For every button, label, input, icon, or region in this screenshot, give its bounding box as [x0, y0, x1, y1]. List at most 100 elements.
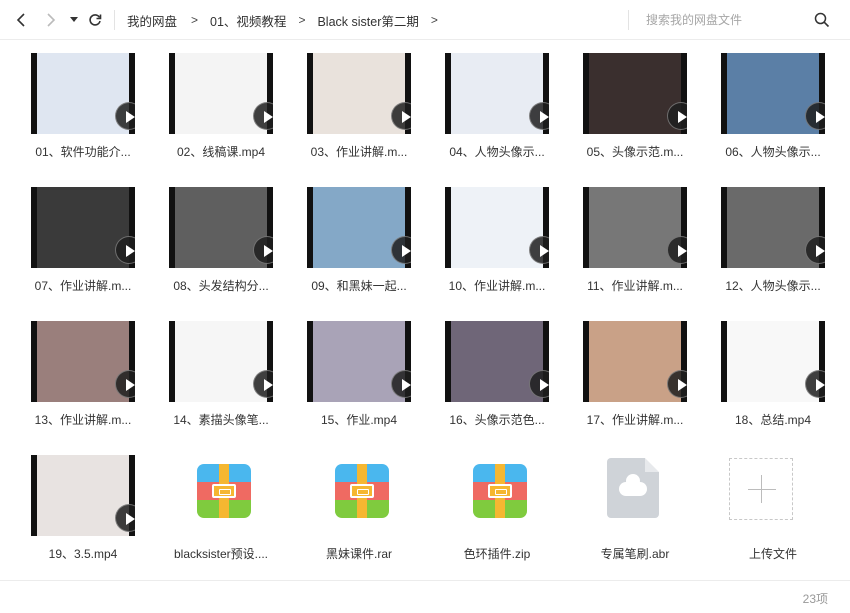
brush-file-item[interactable]: 专属笔刷.abr: [569, 442, 707, 562]
video-file-item[interactable]: 13、作业讲解.m...: [17, 308, 155, 428]
play-icon: [805, 370, 825, 398]
play-icon: [253, 236, 273, 264]
video-file-item[interactable]: 10、作业讲解.m...: [431, 174, 569, 294]
play-icon: [115, 102, 135, 130]
thumbnail-image: [175, 53, 267, 134]
video-thumbnail: [583, 53, 687, 134]
thumbnail-image: [313, 321, 405, 402]
play-icon: [253, 370, 273, 398]
search-icon[interactable]: [814, 12, 830, 28]
play-icon: [529, 102, 549, 130]
file-name-label: 黑妹课件.rar: [325, 547, 392, 561]
file-name-label: 色环插件.zip: [463, 547, 531, 561]
video-thumbnail: [31, 321, 135, 402]
video-file-item[interactable]: 06、人物头像示...: [707, 40, 845, 160]
breadcrumb: 我的网盘 > 01、视频教程 > Black sister第二期 >: [127, 0, 450, 40]
video-file-item[interactable]: 05、头像示范.m...: [569, 40, 707, 160]
video-thumbnail: [169, 187, 273, 268]
video-file-item[interactable]: 12、人物头像示...: [707, 174, 845, 294]
history-dropdown-button[interactable]: [64, 9, 84, 31]
video-thumbnail: [583, 187, 687, 268]
video-file-item[interactable]: 01、软件功能介...: [17, 40, 155, 160]
archive-icon: [331, 458, 389, 522]
thumbnail-image: [175, 187, 267, 268]
video-thumbnail: [307, 53, 411, 134]
file-name-label: 10、作业讲解.m...: [448, 279, 546, 293]
breadcrumb-separator: >: [298, 13, 306, 27]
file-name-label: 05、头像示范.m...: [586, 145, 684, 159]
cloud-file-icon: [607, 458, 665, 522]
thumbnail-image: [451, 53, 543, 134]
video-thumbnail: [721, 187, 825, 268]
toolbar-divider: [114, 10, 115, 30]
file-name-label: 12、人物头像示...: [725, 279, 821, 293]
breadcrumb-item-videos[interactable]: 01、视频教程: [210, 11, 286, 30]
file-name-label: 专属笔刷.abr: [600, 547, 670, 561]
file-name-label: 06、人物头像示...: [725, 145, 821, 159]
video-file-item[interactable]: 03、作业讲解.m...: [293, 40, 431, 160]
thumbnail-image: [313, 187, 405, 268]
video-file-item[interactable]: 14、素描头像笔...: [155, 308, 293, 428]
caret-down-icon: [70, 17, 78, 22]
play-icon: [391, 102, 411, 130]
file-name-label: 18、总结.mp4: [734, 413, 812, 427]
thumbnail-image: [727, 321, 819, 402]
file-name-label: 14、素描头像笔...: [173, 413, 269, 427]
video-file-item[interactable]: 19、3.5.mp4: [17, 442, 155, 562]
play-icon: [805, 236, 825, 264]
file-name-label: 02、线稿课.mp4: [176, 145, 266, 159]
video-thumbnail: [445, 53, 549, 134]
search-input[interactable]: [646, 10, 806, 30]
video-file-item[interactable]: 16、头像示范色...: [431, 308, 569, 428]
forward-button[interactable]: [40, 9, 62, 31]
breadcrumb-separator: >: [191, 13, 199, 27]
play-icon: [115, 236, 135, 264]
thumbnail-image: [451, 321, 543, 402]
file-name-label: 07、作业讲解.m...: [34, 279, 132, 293]
chevron-left-icon: [16, 13, 25, 27]
video-file-item[interactable]: 18、总结.mp4: [707, 308, 845, 428]
play-icon: [667, 370, 687, 398]
video-thumbnail: [721, 53, 825, 134]
archive-file-item[interactable]: 色环插件.zip: [431, 442, 569, 562]
search-box: [646, 10, 836, 30]
chevron-right-icon: [47, 13, 56, 27]
video-file-item[interactable]: 15、作业.mp4: [293, 308, 431, 428]
breadcrumb-item-root[interactable]: 我的网盘: [127, 11, 177, 30]
thumbnail-image: [589, 187, 681, 268]
video-file-item[interactable]: 02、线稿课.mp4: [155, 40, 293, 160]
back-button[interactable]: [10, 9, 32, 31]
thumbnail-image: [589, 321, 681, 402]
file-name-label: 08、头发结构分...: [173, 279, 269, 293]
video-file-item[interactable]: 08、头发结构分...: [155, 174, 293, 294]
breadcrumb-item-current[interactable]: Black sister第二期: [317, 11, 418, 30]
refresh-button[interactable]: [84, 9, 106, 31]
video-file-item[interactable]: 07、作业讲解.m...: [17, 174, 155, 294]
thumbnail-image: [37, 455, 129, 536]
video-thumbnail: [307, 187, 411, 268]
play-icon: [115, 504, 135, 532]
file-name-label: 01、软件功能介...: [35, 145, 131, 159]
play-icon: [529, 370, 549, 398]
play-icon: [115, 370, 135, 398]
video-file-item[interactable]: 09、和黑妹一起...: [293, 174, 431, 294]
video-thumbnail: [31, 455, 135, 536]
video-file-item[interactable]: 17、作业讲解.m...: [569, 308, 707, 428]
video-thumbnail: [583, 321, 687, 402]
video-thumbnail: [445, 321, 549, 402]
file-grid: 01、软件功能介... 02、线稿课.mp4 03、作业讲解.m... 04、人物头像…: [0, 40, 850, 580]
file-name-label: 11、作业讲解.m...: [587, 279, 683, 293]
upload-file-button[interactable]: 上传文件: [707, 442, 845, 562]
play-icon: [667, 236, 687, 264]
play-icon: [391, 370, 411, 398]
video-thumbnail: [31, 187, 135, 268]
video-thumbnail: [31, 53, 135, 134]
file-name-label: 16、头像示范色...: [449, 413, 545, 427]
archive-file-item[interactable]: blacksister预设....: [155, 442, 293, 562]
file-name-label: 03、作业讲解.m...: [310, 145, 408, 159]
item-count: 23项: [802, 592, 828, 606]
video-file-item[interactable]: 04、人物头像示...: [431, 40, 569, 160]
video-file-item[interactable]: 11、作业讲解.m...: [569, 174, 707, 294]
archive-icon: [193, 458, 251, 522]
archive-file-item[interactable]: 黑妹课件.rar: [293, 442, 431, 562]
